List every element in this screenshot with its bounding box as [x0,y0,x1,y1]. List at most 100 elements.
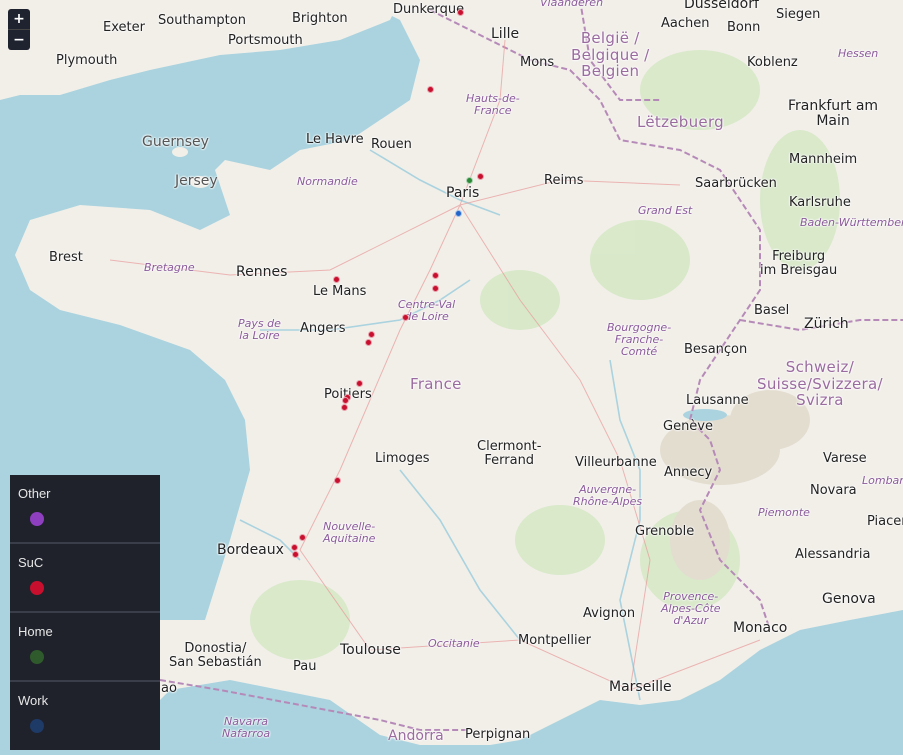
legend-item-home[interactable]: Home [10,613,160,682]
label-brighton: Brighton [292,11,348,26]
legend-swatch [30,650,44,664]
legend-label: SuC [18,555,44,570]
label-jersey: Jersey [175,173,218,189]
label-basel: Basel [754,303,790,318]
marker-suc[interactable] [364,338,372,346]
label-siegen: Siegen [776,7,821,22]
label-country-luxembourg: Lëtzebuerg [637,113,724,131]
label-normandie: Normandie [297,175,358,188]
label-vlaanderen: Vlaanderen [540,0,604,9]
label-freiburg: Freiburg im Breisgau [760,249,838,279]
label-pays-loire: Pays de la Loire [238,317,281,343]
marker-suc[interactable] [298,533,306,541]
marker-suc[interactable] [291,550,299,558]
label-exeter: Exeter [103,20,145,35]
label-grand-est: Grand Est [638,204,693,217]
label-marseille: Marseille [609,679,672,695]
label-guernsey: Guernsey [142,134,209,150]
label-country-belgium: België / Belgique / Belgien [571,29,650,80]
legend-item-work[interactable]: Work [10,682,160,749]
label-genova: Genova [822,591,876,607]
zoom-control: + − [8,9,30,50]
label-baden: Baden-Württemberg [800,216,903,229]
marker-suc[interactable] [367,330,375,338]
label-dunkerque: Dunkerque [393,2,465,17]
marker-suc[interactable] [401,313,409,321]
marker-suc[interactable] [341,396,349,404]
marker-suc[interactable] [340,403,348,411]
marker-suc[interactable] [431,271,439,279]
label-navarra: Navarra Nafarroa [222,715,271,741]
label-donostia: Donostia/ San Sebastián [169,641,262,671]
label-aachen: Aachen [661,16,710,31]
marker-suc[interactable] [476,172,484,180]
label-monaco: Monaco [733,620,788,636]
marker-work[interactable] [454,209,462,217]
legend-panel: Other SuC Home Work [10,475,160,750]
label-lille: Lille [491,26,520,42]
label-reims: Reims [544,173,584,188]
marker-suc[interactable] [290,543,298,551]
label-karlsruhe: Karlsruhe [789,195,851,210]
label-mons: Mons [520,55,555,70]
label-bourgogne: Bourgogne- Franche- Comté [607,321,672,359]
label-le-havre: Le Havre [306,132,364,147]
label-paris: Paris [446,185,480,201]
label-dusseldorf: Düsseldorf [684,0,759,12]
label-southampton: Southampton [158,13,246,28]
label-hessen: Hessen [838,47,879,60]
label-varese: Varese [823,451,867,466]
label-le-mans: Le Mans [313,284,367,299]
label-clermont: Clermont- Ferrand [477,439,542,469]
label-country-france: France [410,375,462,393]
label-annecy: Annecy [664,465,713,480]
label-bretagne: Bretagne [144,261,195,274]
legend-label: Work [18,693,49,708]
marker-suc[interactable] [333,476,341,484]
label-avignon: Avignon [583,606,636,621]
label-piacenza: Piacer [867,514,903,529]
label-mannheim: Mannheim [789,152,858,167]
label-piemonte: Piemonte [758,506,810,519]
marker-suc[interactable] [332,275,340,283]
legend-swatch [30,719,44,733]
marker-suc[interactable] [456,8,464,16]
marker-suc[interactable] [355,379,363,387]
legend-swatch [30,581,44,595]
label-villeurbanne: Villeurbanne [575,455,657,470]
label-zurich: Zürich [804,316,849,332]
label-occitanie: Occitanie [428,637,480,650]
label-ao: ao [161,681,177,696]
label-auvergne: Auvergne- Rhône-Alpes [573,483,643,509]
marker-suc[interactable] [431,284,439,292]
label-limoges: Limoges [375,451,430,466]
label-angers: Angers [300,321,346,336]
marker-suc[interactable] [426,85,434,93]
label-bordeaux: Bordeaux [217,542,284,558]
label-novara: Novara [810,483,857,498]
label-montpellier: Montpellier [518,633,591,648]
label-koblenz: Koblenz [747,55,798,70]
label-perpignan: Perpignan [465,727,531,742]
label-provence: Provence- Alpes-Côte d'Azur [661,590,721,628]
legend-item-other[interactable]: Other [10,475,160,544]
label-alessandria: Alessandria [795,547,871,562]
label-toulouse: Toulouse [340,642,401,658]
label-frankfurt: Frankfurt am Main [788,98,879,130]
label-bonn: Bonn [727,20,761,35]
legend-item-suc[interactable]: SuC [10,544,160,613]
zoom-out-button[interactable]: − [8,29,30,50]
label-pau: Pau [293,659,317,674]
label-plymouth: Plymouth [56,53,118,68]
label-country-switzerland: Schweiz/ Suisse/Svizzera/ Svizra [757,358,883,409]
zoom-in-button[interactable]: + [8,9,30,29]
label-saarbrucken: Saarbrücken [695,176,777,191]
label-lombardia: Lombar [862,474,903,487]
label-rouen: Rouen [371,137,412,152]
label-nouvelle: Nouvelle- Aquitaine [323,520,376,546]
label-rennes: Rennes [236,264,288,280]
label-lausanne: Lausanne [686,393,749,408]
label-grenoble: Grenoble [635,524,695,539]
legend-swatch [30,512,44,526]
marker-home[interactable] [465,176,473,184]
